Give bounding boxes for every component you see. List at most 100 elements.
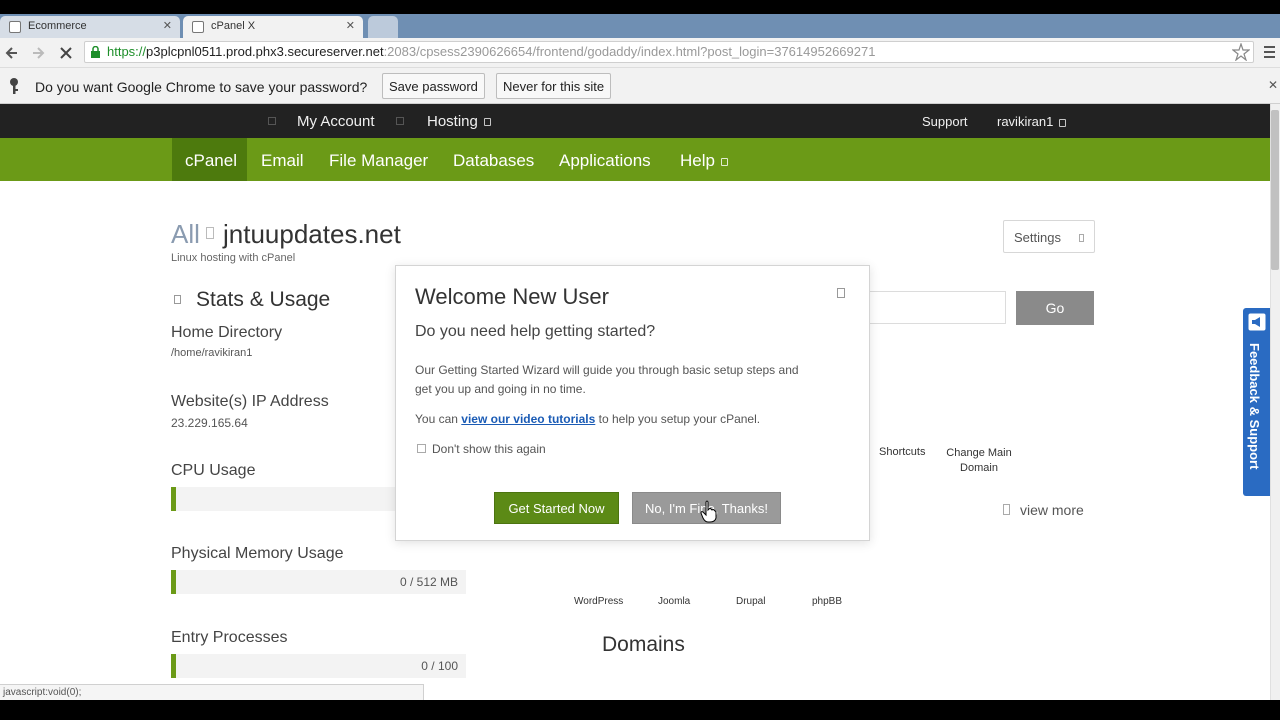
close-icon[interactable] [837, 288, 845, 298]
tab-strip: Ecommerce ✕ cPanel X ✕ [0, 14, 1280, 38]
shortcuts-link[interactable]: Shortcuts [879, 446, 925, 458]
nav-email[interactable]: Email [261, 151, 304, 171]
username-label: ravikiran1 [997, 114, 1054, 129]
expand-icon [1003, 504, 1010, 515]
stop-icon[interactable] [58, 45, 74, 61]
nav-help-label: Help [680, 151, 715, 170]
account-icon [268, 117, 276, 125]
favicon-icon [192, 21, 204, 33]
cpu-label: CPU Usage [171, 462, 256, 479]
back-icon[interactable] [4, 45, 20, 61]
megaphone-icon [1248, 313, 1266, 331]
dialog-title: Welcome New User [415, 284, 609, 309]
never-for-site-button[interactable]: Never for this site [496, 73, 612, 99]
stats-title: Stats & Usage [196, 288, 331, 311]
nav-cpanel[interactable]: cPanel [185, 151, 237, 171]
address-bar[interactable]: https://p3plcpnl0511.prod.phx3.secureser… [84, 41, 1254, 63]
collapse-icon[interactable] [174, 295, 181, 304]
nav-applications[interactable]: Applications [559, 151, 651, 171]
entry-processes-label: Entry Processes [171, 629, 288, 646]
nav-file-manager[interactable]: File Manager [329, 151, 428, 171]
domains-title: Domains [602, 633, 685, 656]
tab-label: cPanel X [211, 20, 256, 32]
app-wordpress[interactable]: WordPress [574, 596, 623, 607]
scrollbar-thumb[interactable] [1271, 110, 1279, 270]
user-menu[interactable]: ravikiran1 [997, 114, 1067, 129]
nav-help[interactable]: Help [680, 151, 728, 171]
go-button[interactable]: Go [1016, 291, 1094, 325]
dialog-body-line1: Our Getting Started Wizard will guide yo… [415, 363, 799, 377]
close-tab-icon[interactable]: ✕ [163, 19, 172, 32]
new-tab-button[interactable] [368, 16, 398, 38]
home-dir-label: Home Directory [171, 324, 283, 341]
cpu-usage-fill [171, 487, 176, 511]
view-more-link[interactable]: view more [1020, 502, 1084, 518]
chevron-down-icon [720, 157, 728, 166]
get-started-button[interactable]: Get Started Now [494, 492, 619, 524]
url-host: p3plcpnl0511.prod.phx3.secureserver.net [146, 44, 384, 59]
lock-icon [91, 46, 100, 58]
nav-databases[interactable]: Databases [453, 151, 534, 171]
close-tab-icon[interactable]: ✕ [346, 19, 355, 32]
tab-ecommerce[interactable]: Ecommerce ✕ [0, 16, 180, 38]
bookmark-star-icon[interactable] [1232, 43, 1250, 61]
video-tutorials-link[interactable]: view our video tutorials [461, 412, 595, 426]
url-path: :2083/cpsess2390626654/frontend/godaddy/… [383, 44, 876, 59]
screen: Ecommerce ✕ cPanel X ✕ https://p3plcpnl0… [0, 0, 1280, 720]
memory-usage-bar: 0 / 512 MB [171, 570, 466, 594]
infobar-close-icon[interactable]: ✕ [1268, 78, 1278, 92]
ip-value: 23.229.165.64 [171, 416, 248, 430]
hosting-icon [396, 117, 404, 125]
my-account-link[interactable]: My Account [297, 113, 375, 130]
hosting-label: Hosting [427, 113, 478, 130]
favicon-icon [9, 21, 21, 33]
body3-prefix: You can [415, 412, 458, 426]
chevron-down-icon [483, 118, 491, 127]
memory-usage-value: 0 / 512 MB [399, 575, 458, 589]
change-main-line2: Domain [960, 462, 998, 474]
app-joomla[interactable]: Joomla [658, 596, 690, 607]
ip-label: Website(s) IP Address [171, 393, 329, 410]
url-protocol: https:// [107, 44, 147, 59]
memory-label: Physical Memory Usage [171, 545, 344, 562]
settings-button[interactable]: Settings [1003, 220, 1095, 253]
memory-usage-fill [171, 570, 176, 594]
menu-icon[interactable] [1262, 44, 1276, 60]
key-icon [10, 78, 18, 94]
change-main-line1: Change Main [946, 447, 1012, 459]
status-bar: javascript:void(0); [0, 684, 424, 700]
all-label: All [171, 219, 200, 249]
hosting-link[interactable]: Hosting [427, 113, 491, 130]
feedback-label: Feedback & Support [1247, 343, 1262, 470]
bottom-black-bar [0, 700, 1280, 720]
chevron-icon [1079, 234, 1084, 242]
entry-processes-value: 0 / 100 [421, 659, 458, 673]
tab-label: Ecommerce [28, 20, 87, 32]
tab-cpanel[interactable]: cPanel X ✕ [183, 16, 363, 38]
password-infobar: Do you want Google Chrome to save your p… [0, 68, 1280, 104]
dropdown-icon [206, 227, 214, 239]
domain-title: jntuupdates.net [223, 219, 401, 249]
hand-cursor-icon [700, 500, 717, 523]
account-nav [0, 104, 1270, 138]
save-password-button[interactable]: Save password [382, 73, 485, 99]
chevron-down-icon [1059, 118, 1067, 127]
change-main-domain-link[interactable]: Change Main Domain [940, 446, 1018, 476]
dont-show-checkbox[interactable] [417, 444, 426, 453]
search-input[interactable] [858, 291, 1006, 324]
password-prompt: Do you want Google Chrome to save your p… [35, 79, 368, 95]
entry-processes-bar: 0 / 100 [171, 654, 466, 678]
home-dir-value: /home/ravikiran1 [171, 347, 253, 359]
body3-suffix: to help you setup your cPanel. [598, 412, 761, 426]
support-link[interactable]: Support [922, 114, 968, 129]
settings-label: Settings [1014, 230, 1061, 245]
all-dropdown[interactable]: All [171, 219, 200, 250]
entry-processes-fill [171, 654, 176, 678]
app-drupal[interactable]: Drupal [736, 596, 765, 607]
app-phpbb[interactable]: phpBB [812, 596, 842, 607]
dialog-body-line2: get you up and going in no time. [415, 382, 586, 396]
dont-show-label: Don't show this again [432, 442, 546, 456]
dialog-body-line3: You can view our video tutorials to help… [415, 412, 760, 426]
forward-icon[interactable] [30, 45, 46, 61]
hosting-subtitle: Linux hosting with cPanel [171, 252, 296, 264]
